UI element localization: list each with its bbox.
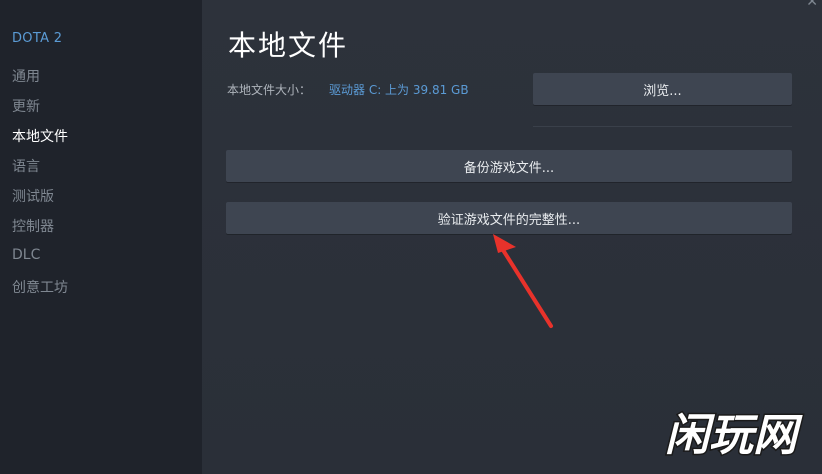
sidebar-item-language[interactable]: 语言 [12, 156, 40, 176]
sidebar-item-updates[interactable]: 更新 [12, 96, 40, 116]
sidebar-item-general[interactable]: 通用 [12, 66, 40, 86]
local-file-size-label: 本地文件大小： [227, 83, 312, 97]
sidebar-item-controller[interactable]: 控制器 [12, 216, 54, 236]
page-title: 本地文件 [228, 29, 349, 62]
watermark-text: 闲玩网 [665, 410, 803, 461]
sidebar-item-betas[interactable]: 测试版 [12, 186, 54, 206]
sidebar-item-workshop[interactable]: 创意工坊 [12, 277, 68, 297]
settings-sidebar: DOTA 2 通用 更新 本地文件 语言 测试版 控制器 DLC 创意工坊 [0, 0, 202, 474]
backup-game-files-button[interactable]: 备份游戏文件... [226, 150, 792, 182]
browse-button[interactable]: 浏览... [533, 73, 792, 105]
watermark-logo: 闲玩网 [664, 409, 805, 463]
sidebar-item-dlc[interactable]: DLC [12, 247, 40, 263]
sidebar-item-local-files[interactable]: 本地文件 [12, 126, 68, 146]
game-title: DOTA 2 [12, 31, 63, 46]
verify-game-files-button[interactable]: 验证游戏文件的完整性... [226, 202, 792, 234]
drive-size-link[interactable]: 驱动器 C: 上为 39.81 GB [329, 81, 469, 98]
close-icon[interactable]: ✕ [806, 0, 818, 10]
divider [533, 126, 792, 127]
